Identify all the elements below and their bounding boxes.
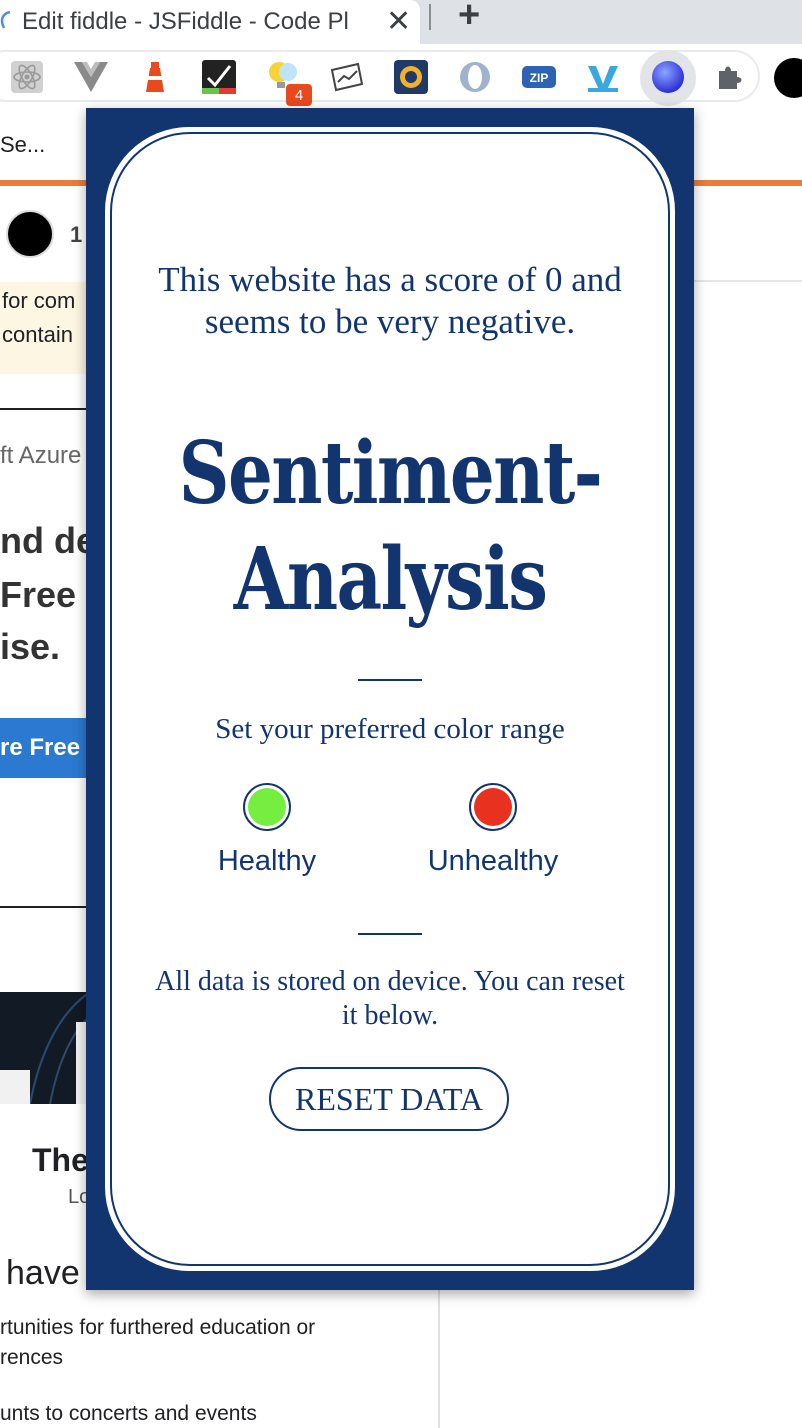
unhealthy-label: Unhealthy [427,845,559,877]
reset-data-button[interactable]: RESET DATA [269,1067,509,1131]
panel-divider [694,280,802,282]
sentiment-analysis-extension-icon[interactable] [651,60,685,94]
react-devtools-icon[interactable] [10,60,44,94]
jsfiddle-favicon-icon [0,10,10,29]
vue-devtools-icon[interactable] [74,60,108,94]
hero-heading-line-3: ise. [0,626,61,667]
popup-title: Sentiment- Analysis [173,421,608,633]
tab-title: Edit fiddle - JSFiddle - Code Pl [22,8,349,35]
score-message: This website has a score of 0 and seems … [158,260,622,341]
section-divider-2 [0,906,90,908]
tab-bar: Edit fiddle - JSFiddle - Code Pl ✕ + [0,0,802,44]
healthy-color-picker[interactable] [243,783,291,831]
checkmark-extension-icon[interactable] [202,60,236,94]
azure-text: ft Azure [0,442,82,469]
healthy-label: Healthy [217,845,317,877]
sentiment-analysis-popup: This website has a score of 0 and seems … [86,108,694,1290]
zip-extension-icon[interactable]: ZIP [522,60,556,94]
counter-fragment: 1 [70,222,83,247]
notice-line-1: for com [2,288,76,313]
ring-extension-icon[interactable] [458,60,492,94]
close-tab-icon[interactable]: ✕ [386,4,411,39]
chart-extension-icon[interactable] [330,60,364,94]
unhealthy-color-picker[interactable] [469,783,517,831]
divider-top [358,679,422,681]
bookmark-item[interactable]: Se... [0,132,45,158]
extension-badge: 4 [286,84,312,106]
browser-tab[interactable]: Edit fiddle - JSFiddle - Code Pl ✕ [0,0,420,44]
new-tab-button[interactable]: + [458,0,480,37]
color-range-label: Set your preferred color range [215,713,565,745]
popup-card: This website has a score of 0 and seems … [105,127,675,1271]
card-title-fragment: The [32,1142,89,1178]
section-divider [0,408,90,410]
popup-title-line-2: Analysis [233,529,548,630]
benefit-line-2: rences [0,1346,64,1369]
hero-heading-line-1: nd de [0,520,96,561]
benefits-heading-fragment: have [6,1254,80,1292]
extensions-puzzle-icon[interactable] [714,60,748,94]
user-avatar[interactable] [6,210,54,258]
try-free-button[interactable]: re Free [0,718,90,778]
column-divider [438,1290,440,1428]
notice-line-2: contain [2,322,73,347]
unhealthy-color-swatch [474,788,512,826]
screen-reader-extension-icon[interactable] [394,60,428,94]
vimeo-extension-icon[interactable] [586,60,620,94]
promo-image [0,992,90,1104]
benefit-line-3: unts to concerts and events [0,1402,257,1425]
benefit-line-1: rtunities for furthered education or [0,1316,316,1339]
popup-title-line-1: Sentiment- [178,423,603,524]
lighthouse-icon[interactable] [138,60,172,94]
divider-bottom [358,933,422,935]
tab-separator [429,4,431,30]
try-free-label: re Free [0,734,81,761]
zip-label: ZIP [530,71,549,85]
healthy-color-swatch [248,788,286,826]
storage-note: All data is stored on device. You can re… [155,966,625,1031]
